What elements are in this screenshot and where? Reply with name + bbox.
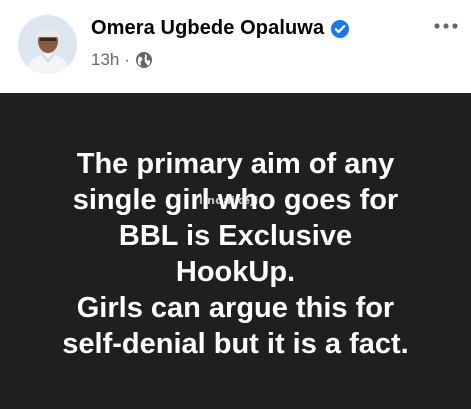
post-text-line: Girls can argue this for: [76, 292, 395, 324]
more-options-icon: [434, 23, 458, 29]
post-timestamp[interactable]: 13h: [91, 50, 119, 70]
more-options-button[interactable]: [431, 14, 461, 38]
avatar-image: [18, 15, 77, 74]
post-text-line: HookUp.: [175, 256, 296, 288]
post-text-line: The primary aim of any: [76, 148, 395, 180]
globe-icon[interactable]: [135, 51, 153, 69]
author-name[interactable]: Omera Ugbede Opaluwa: [91, 17, 324, 40]
author-row: Omera Ugbede Opaluwa: [91, 17, 350, 40]
post-meta: 13h ·: [91, 50, 153, 70]
post-text-line: self-denial but it is a fact.: [62, 328, 409, 360]
post-text-line: BBL is Exclusive: [118, 220, 353, 252]
avatar[interactable]: [18, 15, 77, 74]
post-header: Omera Ugbede Opaluwa 13h ·: [0, 0, 471, 93]
post-text: The primary aim of any single girl who g…: [16, 146, 456, 362]
post-text-background: The primary aim of any single girl who g…: [0, 93, 471, 409]
post-text-line: single girl who goes for: [72, 184, 399, 216]
verified-badge-icon: [330, 19, 350, 39]
meta-separator: ·: [124, 50, 131, 69]
